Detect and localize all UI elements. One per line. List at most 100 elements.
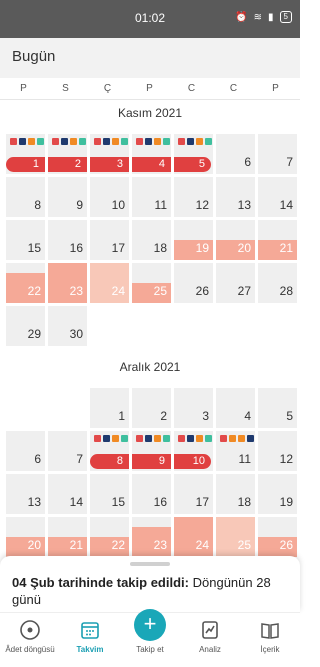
symptom-dots	[94, 435, 130, 442]
day-cell[interactable]: 13	[6, 474, 45, 514]
nav-track[interactable]: + Takip et	[120, 609, 180, 654]
day-cell[interactable]: 18	[216, 474, 255, 514]
day-cell[interactable]: 16	[132, 474, 171, 514]
day-cell[interactable]: 11	[216, 431, 255, 471]
symptom-dot	[70, 138, 77, 145]
day-cell[interactable]: 1	[90, 388, 129, 428]
symptom-dots	[220, 435, 256, 442]
day-cell[interactable]: 8	[6, 177, 45, 217]
day-cell[interactable]: 6	[6, 431, 45, 471]
day-cell[interactable]: 8	[90, 431, 129, 471]
day-cell[interactable]: 18	[132, 220, 171, 260]
day-cell[interactable]: 26	[258, 517, 297, 557]
day-cell[interactable]: 22	[90, 517, 129, 557]
day-cell[interactable]: 2	[48, 134, 87, 174]
symptom-dot	[205, 435, 212, 442]
day-cell[interactable]: 5	[174, 134, 213, 174]
day-cell[interactable]: 30	[48, 306, 87, 346]
day-cell[interactable]: 16	[48, 220, 87, 260]
analysis-icon	[202, 621, 218, 639]
nav-label: Takvim	[76, 645, 104, 654]
day-cell[interactable]: 25	[132, 263, 171, 303]
day-number: 3	[202, 409, 209, 423]
day-cell[interactable]: 25	[216, 517, 255, 557]
day-cell[interactable]: 2	[132, 388, 171, 428]
day-number: 6	[34, 452, 41, 466]
day-cell[interactable]: 23	[132, 517, 171, 557]
sheet-drag-handle[interactable]	[130, 562, 170, 566]
day-cell[interactable]: 21	[48, 517, 87, 557]
nav-content[interactable]: İçerik	[240, 619, 300, 654]
day-cell[interactable]: 21	[258, 220, 297, 260]
bottom-sheet[interactable]: 04 Şub tarihinde takip edildi: Döngünün …	[0, 556, 300, 612]
weekday-label: P	[20, 83, 27, 94]
day-cell[interactable]: 24	[90, 263, 129, 303]
day-cell[interactable]: 15	[6, 220, 45, 260]
day-cell[interactable]: 4	[132, 134, 171, 174]
symptom-dot	[220, 435, 227, 442]
day-number: 25	[153, 284, 167, 298]
day-cell[interactable]: 13	[216, 177, 255, 217]
day-cell[interactable]: 20	[216, 220, 255, 260]
day-cell[interactable]: 9	[132, 431, 171, 471]
day-number: 26	[279, 538, 293, 552]
day-cell[interactable]: 12	[258, 431, 297, 471]
day-number: 26	[195, 284, 209, 298]
symptom-dots	[178, 138, 214, 145]
day-cell[interactable]: 23	[48, 263, 87, 303]
day-cell[interactable]: 3	[174, 388, 213, 428]
nav-cycle[interactable]: Âdet döngüsü	[0, 619, 60, 654]
day-cell[interactable]: 6	[216, 134, 255, 174]
symptom-dot	[196, 435, 203, 442]
book-icon	[261, 623, 279, 639]
day-cell[interactable]: 1	[6, 134, 45, 174]
day-cell[interactable]: 7	[258, 134, 297, 174]
day-cell[interactable]: 19	[258, 474, 297, 514]
day-cell[interactable]: 7	[48, 431, 87, 471]
symptom-dot	[94, 138, 101, 145]
symptom-dot	[52, 138, 59, 145]
nav-label: Analiz	[199, 645, 221, 654]
symptom-dot	[178, 138, 185, 145]
day-number: 3	[116, 158, 123, 170]
day-cell[interactable]: 26	[174, 263, 213, 303]
day-cell[interactable]: 22	[6, 263, 45, 303]
day-cell[interactable]: 4	[216, 388, 255, 428]
nav-calendar[interactable]: Takvim	[60, 619, 120, 654]
nav-analysis[interactable]: Analiz	[180, 619, 240, 654]
day-cell[interactable]: 17	[174, 474, 213, 514]
weekday-label: C	[187, 83, 196, 94]
weekday-label: P	[146, 83, 153, 94]
day-cell[interactable]: 10	[90, 177, 129, 217]
symptom-dot	[103, 138, 110, 145]
day-cell[interactable]: 10	[174, 431, 213, 471]
day-cell[interactable]: 19	[174, 220, 213, 260]
day-cell[interactable]: 3	[90, 134, 129, 174]
day-cell[interactable]: 27	[216, 263, 255, 303]
symptom-dots	[136, 435, 172, 442]
day-cell[interactable]: 5	[258, 388, 297, 428]
day-cell[interactable]: 14	[258, 177, 297, 217]
plus-icon[interactable]: +	[134, 609, 166, 641]
day-cell[interactable]: 17	[90, 220, 129, 260]
day-number: 5	[286, 409, 293, 423]
day-cell[interactable]: 11	[132, 177, 171, 217]
day-cell[interactable]: 20	[6, 517, 45, 557]
symptom-dot	[154, 138, 161, 145]
day-number: 22	[111, 538, 125, 552]
day-cell[interactable]: 12	[174, 177, 213, 217]
day-number: 16	[69, 241, 83, 255]
day-number: 16	[153, 495, 167, 509]
day-number: 7	[76, 452, 83, 466]
symptom-dot	[61, 138, 68, 145]
symptom-dot	[136, 138, 143, 145]
period-marker: 3	[90, 157, 129, 172]
day-number: 2	[74, 158, 81, 170]
day-cell[interactable]: 24	[174, 517, 213, 557]
day-cell[interactable]: 15	[90, 474, 129, 514]
day-cell[interactable]: 9	[48, 177, 87, 217]
day-cell[interactable]: 29	[6, 306, 45, 346]
day-cell[interactable]: 14	[48, 474, 87, 514]
today-button[interactable]: Bugün	[12, 48, 55, 65]
day-cell[interactable]: 28	[258, 263, 297, 303]
